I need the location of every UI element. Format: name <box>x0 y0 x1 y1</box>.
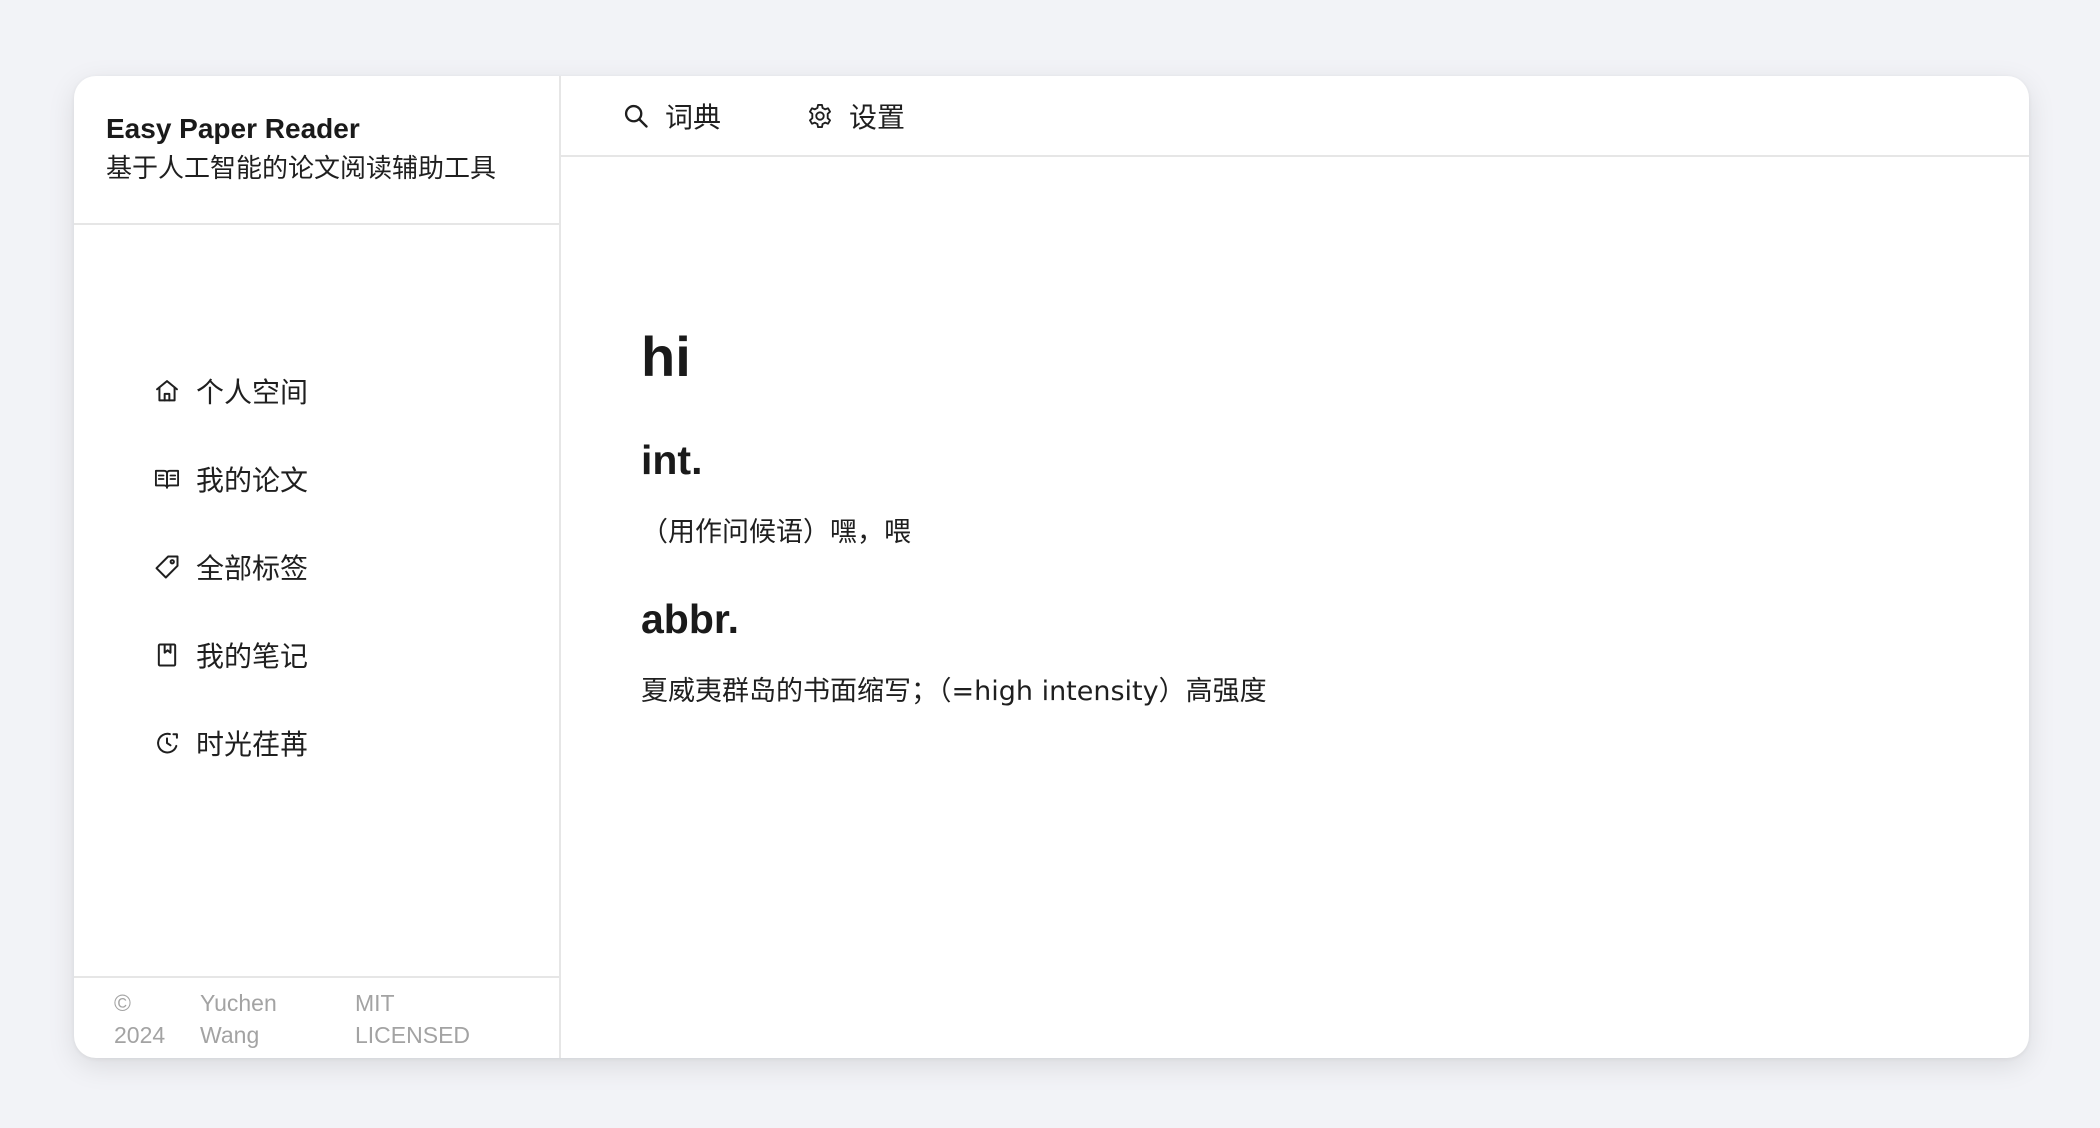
footer-author: Yuchen Wang <box>200 990 277 1048</box>
tab-label: 词典 <box>665 100 722 134</box>
tab-settings[interactable]: 设置 <box>805 76 905 155</box>
definition-text: （用作问候语）嘿，喂 <box>641 517 911 548</box>
sidebar-item-my-papers[interactable]: 我的论文 <box>152 451 308 507</box>
sidebar-item-label: 全部标签 <box>196 552 309 585</box>
dictionary-word: hi <box>641 325 691 388</box>
sidebar: Easy Paper Reader 基于人工智能的论文阅读辅助工具 个人空间 我… <box>74 76 561 1058</box>
main-panel: 词典 设置 hi int. （用作问候语）嘿，喂 abbr. 夏威夷群岛的书面缩… <box>561 76 2029 1058</box>
tag-icon <box>152 552 182 582</box>
footer-copyright: © 2024 <box>114 990 166 1048</box>
app-window: Easy Paper Reader 基于人工智能的论文阅读辅助工具 个人空间 我… <box>74 76 2029 1058</box>
app-title: Easy Paper Reader <box>106 113 360 144</box>
sidebar-item-my-notes[interactable]: 我的笔记 <box>152 627 308 683</box>
bookmark-icon <box>152 640 182 670</box>
sidebar-item-label: 我的笔记 <box>196 640 309 673</box>
part-of-speech: int. <box>641 437 703 483</box>
sidebar-item-all-tags[interactable]: 全部标签 <box>152 539 308 595</box>
app-subtitle: 基于人工智能的论文阅读辅助工具 <box>106 154 497 184</box>
tab-dictionary[interactable]: 词典 <box>621 76 721 155</box>
sidebar-item-label: 我的论文 <box>196 464 309 497</box>
home-icon <box>152 376 182 406</box>
sidebar-item-label: 个人空间 <box>196 376 309 409</box>
history-icon <box>152 728 182 758</box>
tab-label: 设置 <box>849 100 906 134</box>
gear-icon <box>805 101 835 131</box>
part-of-speech: abbr. <box>641 596 739 642</box>
footer-license: MIT LICENSED <box>355 990 471 1048</box>
brand-header: Easy Paper Reader 基于人工智能的论文阅读辅助工具 <box>74 76 559 225</box>
search-icon <box>621 101 651 131</box>
sidebar-item-label: 时光荏苒 <box>196 728 309 761</box>
top-tab-bar: 词典 设置 <box>561 76 2029 157</box>
sidebar-item-personal-space[interactable]: 个人空间 <box>152 363 308 419</box>
sidebar-footer: © 2024 Yuchen Wang MIT LICENSED <box>74 976 559 1058</box>
book-open-icon <box>152 464 182 494</box>
definition-text: 夏威夷群岛的书面缩写；（=high intensity）高强度 <box>641 676 1267 707</box>
sidebar-item-history[interactable]: 时光荏苒 <box>152 715 308 771</box>
